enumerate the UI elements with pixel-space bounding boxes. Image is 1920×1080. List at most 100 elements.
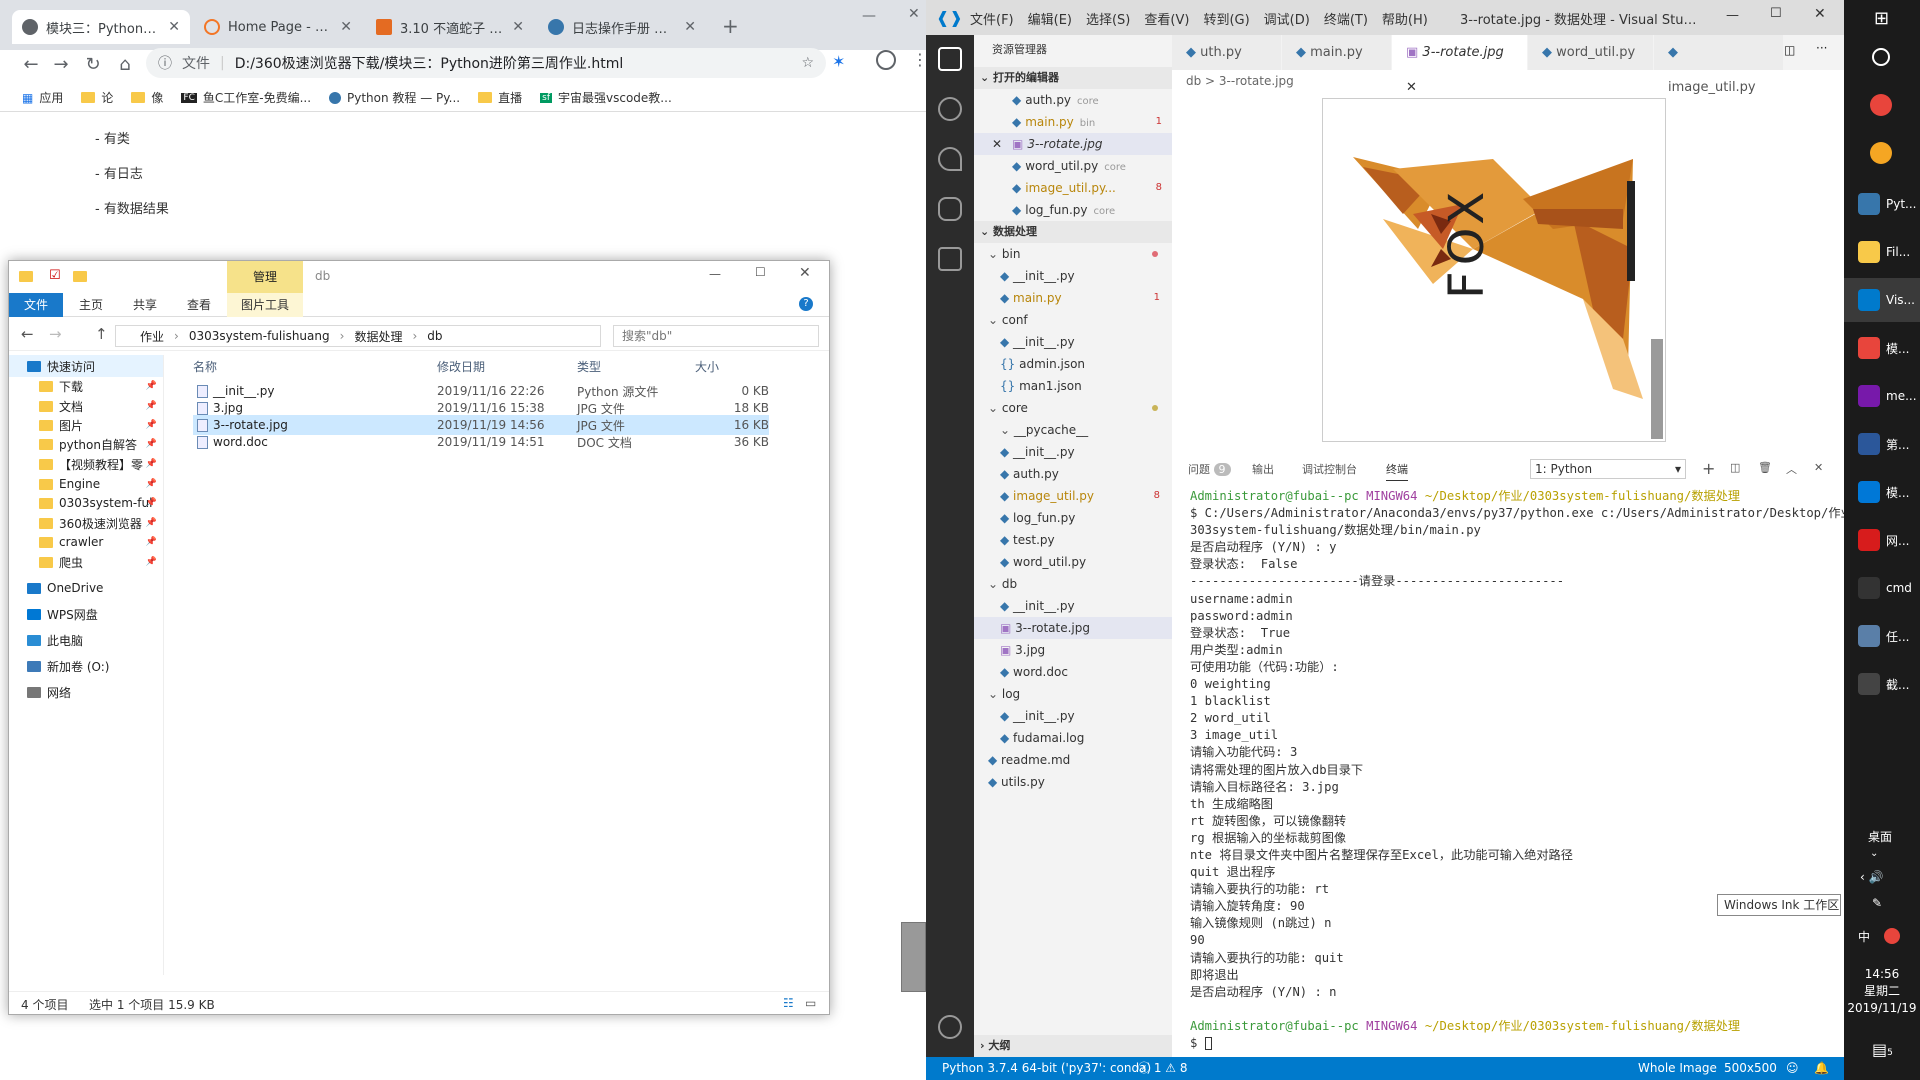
column-date[interactable]: 修改日期 bbox=[437, 355, 485, 379]
tree-file[interactable]: ◆ utils.py bbox=[974, 771, 1172, 793]
windows-start-icon[interactable]: ⊞ bbox=[1874, 8, 1889, 29]
breadcrumb[interactable]: db > 3--rotate.jpg bbox=[1172, 70, 1844, 92]
taskbar-app[interactable]: Vis... bbox=[1844, 278, 1920, 322]
bookmark-apps[interactable]: ▦ 应用 bbox=[22, 89, 63, 106]
extensions-icon[interactable] bbox=[938, 247, 962, 271]
browser-tab[interactable]: 日志操作手册 — Py ✕ bbox=[538, 10, 706, 44]
ribbon-tab-file[interactable]: 文件 bbox=[9, 293, 63, 317]
problems-status[interactable]: ⓧ 1 ⚠ 8 bbox=[1138, 1057, 1187, 1080]
cortana-icon[interactable] bbox=[1872, 48, 1890, 66]
close-panel-icon[interactable]: ✕ bbox=[1814, 461, 1823, 474]
editor-tab[interactable]: ▣ 3--rotate.jpg ✕ bbox=[1392, 35, 1528, 95]
search-icon[interactable] bbox=[938, 97, 962, 121]
column-name[interactable]: 名称 bbox=[193, 355, 217, 379]
extension-icon[interactable]: ✶ bbox=[832, 52, 845, 71]
open-editor-item[interactable]: ✕ ▣ 3--rotate.jpg bbox=[974, 133, 1172, 155]
tree-file[interactable]: ◆ test.py bbox=[974, 529, 1172, 551]
bell-icon[interactable]: 🔔 bbox=[1814, 1057, 1829, 1080]
nav-item[interactable]: 此电脑 bbox=[9, 629, 163, 651]
nav-item[interactable]: 下载 📌 bbox=[9, 375, 163, 397]
back-icon[interactable]: ← bbox=[16, 50, 46, 80]
bookmark-folder[interactable]: 直播 bbox=[478, 89, 522, 106]
column-type[interactable]: 类型 bbox=[577, 355, 601, 379]
bookmark-link[interactable]: sf 宇宙最强vscode教... bbox=[540, 89, 672, 106]
search-input[interactable]: 搜索"db" bbox=[613, 325, 819, 347]
tree-folder[interactable]: ⌄ log bbox=[974, 683, 1172, 705]
split-editor-icon[interactable]: ◫ bbox=[1784, 43, 1795, 57]
debug-icon[interactable] bbox=[938, 197, 962, 221]
close-tab-icon[interactable]: ✕ bbox=[168, 19, 180, 35]
tree-folder[interactable]: ⌄ db bbox=[974, 573, 1172, 595]
panel-tab-output[interactable]: 输出 bbox=[1252, 455, 1274, 485]
bookmark-link[interactable]: Python 教程 — Py... bbox=[329, 89, 460, 106]
taskbar-app[interactable]: cmd bbox=[1844, 566, 1920, 610]
open-editor-item[interactable]: ◆ image_util.py... 8 bbox=[974, 177, 1172, 199]
tree-folder[interactable]: ⌄ bin bbox=[974, 243, 1172, 265]
panel-tab-terminal[interactable]: 终端 bbox=[1386, 455, 1408, 481]
browser-tab[interactable]: 模块三：Python进阶 ✕ bbox=[12, 10, 190, 44]
ribbon-tab-home[interactable]: 主页 bbox=[67, 293, 115, 317]
more-actions-icon[interactable]: ··· bbox=[1816, 41, 1827, 55]
taskbar-app[interactable]: me... bbox=[1844, 374, 1920, 418]
close-editor-icon[interactable]: ✕ bbox=[992, 133, 1002, 155]
tree-file[interactable]: ◆ __init__.py bbox=[974, 595, 1172, 617]
nav-item[interactable]: 新加卷 (O:) bbox=[9, 655, 163, 677]
close-tab-icon[interactable]: ✕ bbox=[512, 19, 524, 35]
menu-item[interactable]: 文件(F) bbox=[970, 9, 1014, 28]
close-window-button[interactable]: ✕ bbox=[908, 6, 920, 22]
tree-file[interactable]: {} admin.json bbox=[974, 353, 1172, 375]
nav-item[interactable]: 爬虫 📌 bbox=[9, 551, 163, 573]
details-view-icon[interactable]: ☷ bbox=[783, 996, 794, 1010]
tree-folder[interactable]: ⌄ conf bbox=[974, 309, 1172, 331]
manage-tab[interactable]: 管理 bbox=[227, 261, 303, 293]
source-control-icon[interactable] bbox=[938, 147, 962, 171]
menu-item[interactable]: 转到(G) bbox=[1203, 9, 1249, 28]
clock[interactable]: 14:56 星期二 2019/11/19 bbox=[1844, 966, 1920, 1017]
help-icon[interactable]: ? bbox=[799, 297, 813, 311]
path-segment[interactable]: 作业 bbox=[140, 328, 164, 345]
nav-item[interactable]: 快速访问 bbox=[9, 355, 163, 377]
browser-tab[interactable]: Home Page - Selec ✕ bbox=[194, 10, 362, 44]
notification-icon[interactable]: ▤5 bbox=[1872, 1040, 1893, 1059]
tree-file[interactable]: ◆ fudamai.log bbox=[974, 727, 1172, 749]
tree-folder[interactable]: ⌄ core bbox=[974, 397, 1172, 419]
forward-icon[interactable]: → bbox=[46, 50, 76, 80]
taskbar-app[interactable]: 模... bbox=[1844, 326, 1920, 370]
terminal-select[interactable]: 1: Python ▾ bbox=[1530, 459, 1686, 479]
open-editor-item[interactable]: ◆ auth.py core bbox=[974, 89, 1172, 111]
settings-gear-icon[interactable] bbox=[938, 1015, 962, 1039]
open-editors-header[interactable]: ⌄ 打开的编辑器 bbox=[974, 67, 1172, 89]
tree-file[interactable]: ◆ auth.py bbox=[974, 463, 1172, 485]
tree-file[interactable]: ◆ image_util.py 8 bbox=[974, 485, 1172, 507]
app-g-icon[interactable] bbox=[1870, 142, 1892, 164]
panel-tab-debug-console[interactable]: 调试控制台 bbox=[1302, 455, 1357, 485]
taskbar-app[interactable]: 模... bbox=[1844, 470, 1920, 514]
split-terminal-icon[interactable]: ◫ bbox=[1730, 461, 1740, 474]
zoom-status[interactable]: Whole Image bbox=[1638, 1057, 1717, 1080]
nav-item[interactable]: OneDrive bbox=[9, 577, 163, 599]
floating-side-widget[interactable] bbox=[901, 922, 926, 992]
new-tab-button[interactable]: + bbox=[722, 14, 739, 38]
tray-app-icon[interactable] bbox=[1884, 928, 1900, 944]
close-window-button[interactable]: ✕ bbox=[799, 265, 811, 281]
explorer-icon[interactable] bbox=[938, 47, 962, 71]
column-size[interactable]: 大小 bbox=[695, 355, 719, 379]
tree-file[interactable]: ◆ main.py 1 bbox=[974, 287, 1172, 309]
path-breadcrumb[interactable]: 作业 › 0303system-fulishuang › 数据处理 › db bbox=[115, 325, 601, 347]
ribbon-tab-picture-tools[interactable]: 图片工具 bbox=[227, 293, 303, 317]
taskbar-app[interactable]: 第... bbox=[1844, 422, 1920, 466]
taskbar-app[interactable]: 任... bbox=[1844, 614, 1920, 658]
nav-item[interactable]: 【视频教程】零 📌 bbox=[9, 453, 163, 475]
trash-icon[interactable]: 🗑 bbox=[1758, 461, 1772, 474]
nav-item[interactable]: crawler 📌 bbox=[9, 531, 163, 553]
maximize-button[interactable]: ☐ bbox=[1770, 6, 1782, 21]
open-editor-item[interactable]: ◆ main.py bin 1 bbox=[974, 111, 1172, 133]
feedback-icon[interactable]: ☺ bbox=[1786, 1057, 1799, 1080]
desktop-label[interactable]: 桌面 bbox=[1868, 828, 1892, 845]
path-segment[interactable]: db bbox=[427, 329, 442, 343]
tree-file[interactable]: ▣ 3.jpg bbox=[974, 639, 1172, 661]
tree-file[interactable]: ◆ log_fun.py bbox=[974, 507, 1172, 529]
tree-file[interactable]: ◆ __init__.py bbox=[974, 441, 1172, 463]
nav-item[interactable]: WPS网盘 bbox=[9, 603, 163, 625]
path-segment[interactable]: 0303system-fulishuang bbox=[189, 329, 330, 343]
